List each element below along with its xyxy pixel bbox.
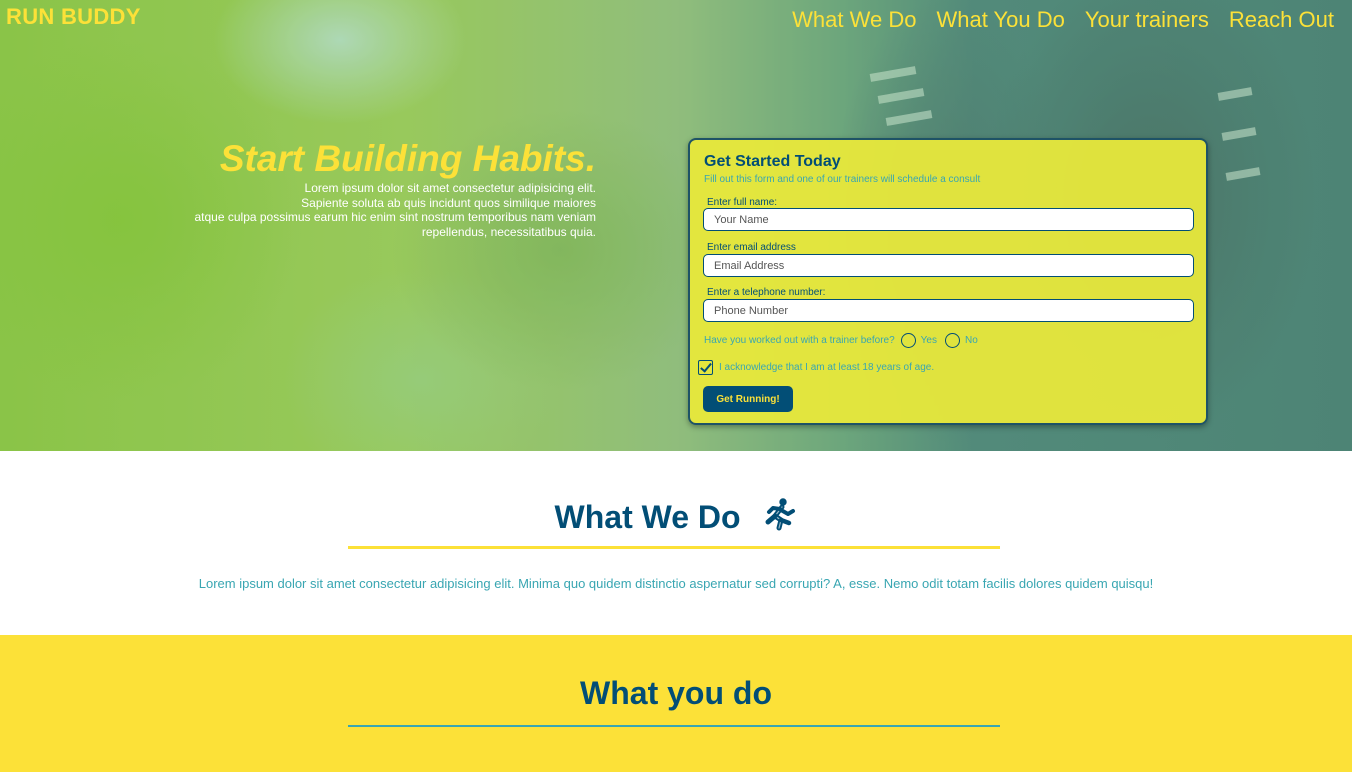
nav-link-what-you-do[interactable]: What You Do	[936, 7, 1064, 33]
what-you-do-section: What you do	[0, 635, 1352, 772]
email-label: Enter email address	[707, 242, 796, 253]
hero-title: Start Building Habits.	[219, 138, 596, 179]
hero-text: Lorem ipsum dolor sit amet consectetur a…	[166, 181, 596, 239]
hero-text-line: Lorem ipsum dolor sit amet consectetur a…	[304, 181, 596, 195]
name-input[interactable]	[703, 208, 1194, 231]
form-title: Get Started Today	[704, 153, 841, 170]
trainer-no-label: No	[965, 335, 978, 346]
trainer-yes-radio[interactable]	[900, 333, 916, 348]
hero-section: RUN BUDDY What We Do What You Do Your tr…	[0, 0, 1352, 451]
trainer-yes-label: Yes	[920, 335, 937, 346]
what-we-do-heading: What We Do	[554, 499, 741, 535]
age-ack-checkbox[interactable]	[698, 360, 713, 375]
hero-text-line: Sapiente soluta ab quis incidunt quos si…	[301, 195, 596, 210]
age-ack-row: I acknowledge that I am at least 18 year…	[698, 360, 934, 375]
hero-text-line: repellendus, necessitatibus quia.	[421, 224, 596, 239]
phone-input[interactable]	[703, 299, 1194, 322]
age-ack-label: I acknowledge that I am at least 18 year…	[719, 362, 935, 373]
brand-logo[interactable]: RUN BUDDY	[6, 4, 141, 30]
nav-link-your-trainers[interactable]: Your trainers	[1085, 7, 1209, 33]
what-we-do-heading-row: What We Do	[0, 496, 1352, 536]
main-nav: What We Do What You Do Your trainers Rea…	[792, 7, 1334, 33]
get-running-button[interactable]: Get Running!	[703, 386, 793, 412]
email-input[interactable]	[703, 254, 1194, 277]
what-you-do-heading: What you do	[580, 675, 772, 711]
hero-headline: Start Building Habits. Lorem ipsum dolor…	[166, 138, 596, 239]
form-subtitle: Fill out this form and one of our traine…	[704, 174, 981, 185]
trainer-question-row: Have you worked out with a trainer befor…	[704, 333, 978, 348]
trainer-question: Have you worked out with a trainer befor…	[704, 335, 895, 346]
hero-text-line: atque culpa possimus earum hic enim sint…	[194, 210, 596, 224]
what-we-do-section: What We Do Lorem ipsum dolor sit amet co…	[0, 451, 1352, 635]
what-you-do-divider	[348, 725, 1000, 727]
phone-label: Enter a telephone number:	[707, 287, 826, 298]
runner-icon	[765, 497, 796, 531]
nav-link-what-we-do[interactable]: What We Do	[792, 7, 916, 33]
nav-link-reach-out[interactable]: Reach Out	[1229, 7, 1334, 33]
what-we-do-text: Lorem ipsum dolor sit amet consectetur a…	[198, 576, 1154, 591]
trainer-no-radio[interactable]	[945, 333, 960, 348]
get-started-form: Get Started Today Fill out this form and…	[688, 138, 1208, 425]
what-we-do-divider	[348, 546, 1000, 549]
name-label: Enter full name:	[707, 197, 778, 208]
